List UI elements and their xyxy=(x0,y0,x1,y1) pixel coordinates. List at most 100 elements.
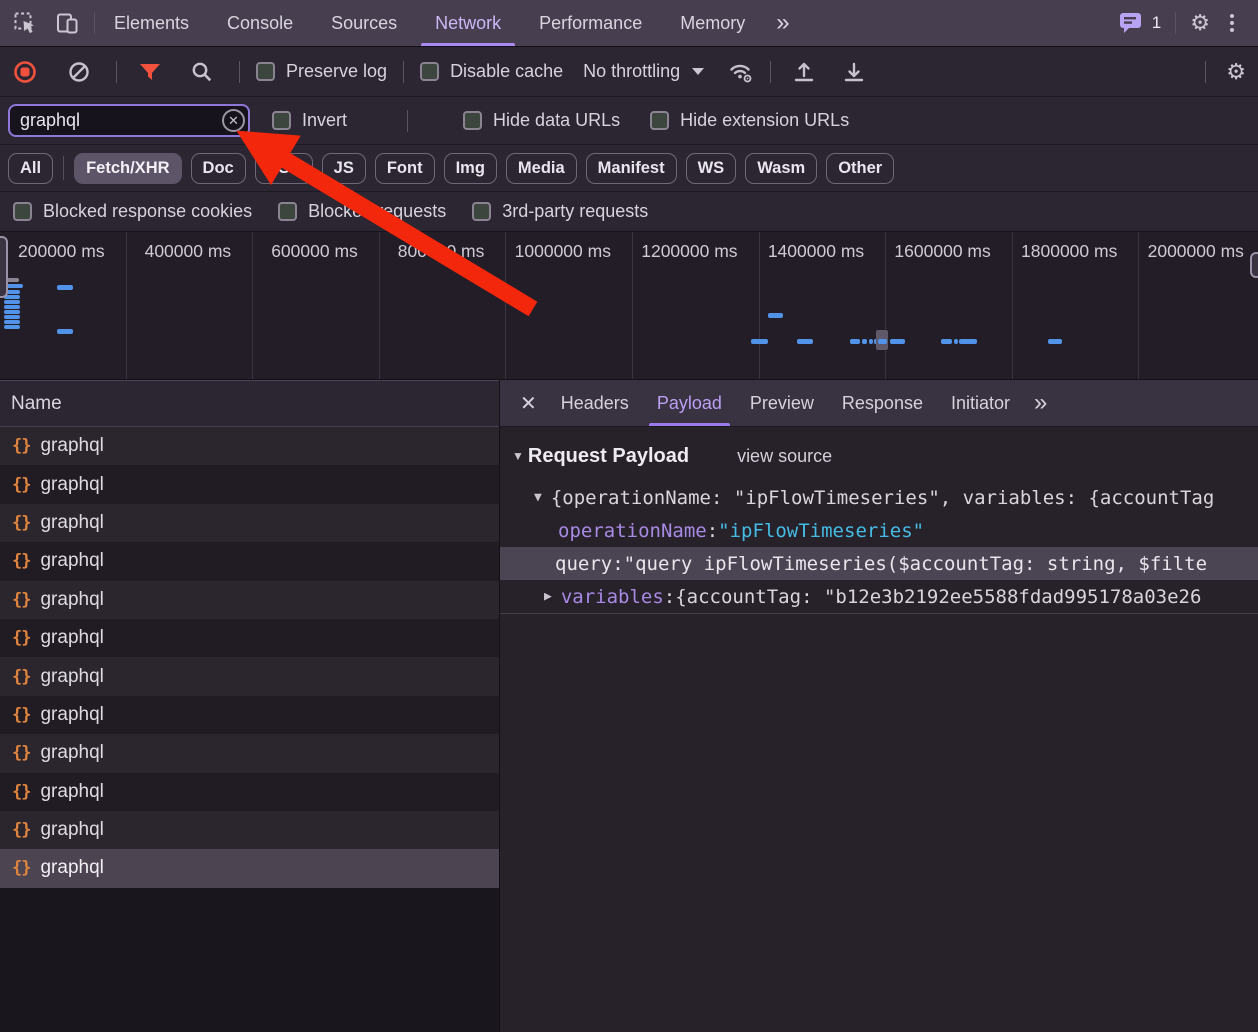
payload-panel: ▼ Request Payload view source ▼ {operati… xyxy=(500,427,1258,614)
table-row[interactable]: {} graphql xyxy=(0,734,499,772)
checkbox[interactable] xyxy=(256,62,275,81)
more-tabs-icon[interactable]: » xyxy=(764,0,799,46)
overview-drag-handle-right[interactable] xyxy=(1250,252,1258,278)
preserve-log-checkbox[interactable]: Preserve log xyxy=(256,61,387,82)
waterfall-bar xyxy=(850,339,860,344)
detail-tab[interactable]: Initiator xyxy=(937,380,1024,426)
view-source-link[interactable]: view source xyxy=(737,446,832,467)
waterfall-bar xyxy=(954,339,958,344)
export-har-icon[interactable] xyxy=(841,59,867,85)
checkbox[interactable] xyxy=(13,202,32,221)
waterfall-bar xyxy=(1048,339,1062,344)
customize-menu-icon[interactable] xyxy=(1224,14,1240,32)
import-har-icon[interactable] xyxy=(791,59,817,85)
panel-tab[interactable]: Elements xyxy=(95,0,208,46)
advanced-filter-row: Blocked response cookies Blocked request… xyxy=(0,192,1258,232)
collapsed-icon[interactable]: ▶ xyxy=(544,589,552,604)
table-row[interactable]: {} graphql xyxy=(0,581,499,619)
checkbox[interactable] xyxy=(272,111,291,130)
type-filter-chip[interactable]: All xyxy=(8,153,53,184)
clear-network-log-button[interactable] xyxy=(66,59,92,85)
panel-tab[interactable]: Console xyxy=(208,0,312,46)
type-filter-chip[interactable]: Manifest xyxy=(586,153,677,184)
type-filter-chip[interactable]: Img xyxy=(444,153,497,184)
filter-input[interactable] xyxy=(8,104,250,137)
payload-operation-line[interactable]: operationName: "ipFlowTimeseries" xyxy=(500,514,1258,547)
table-row[interactable]: {} graphql xyxy=(0,542,499,580)
payload-query-line-selected[interactable]: query: "query ipFlowTimeseries($accountT… xyxy=(500,547,1258,580)
waterfall-bar xyxy=(941,339,952,344)
clear-filter-icon[interactable]: ✕ xyxy=(222,109,245,132)
type-filter-chip[interactable]: Font xyxy=(375,153,435,184)
column-header-name[interactable]: Name xyxy=(0,380,499,427)
checkbox[interactable] xyxy=(650,111,669,130)
filter-button[interactable] xyxy=(137,59,163,85)
close-icon[interactable]: ✕ xyxy=(500,380,547,426)
hide-extension-urls-checkbox[interactable]: Hide extension URLs xyxy=(650,110,849,131)
panel-tab[interactable]: Memory xyxy=(661,0,764,46)
advanced-filter-checkbox[interactable]: 3rd-party requests xyxy=(472,201,648,222)
panel-tab[interactable]: Network xyxy=(416,0,520,46)
device-toolbar-icon[interactable] xyxy=(54,10,80,36)
search-icon[interactable] xyxy=(189,59,215,85)
type-filter-chip[interactable]: JS xyxy=(322,153,366,184)
panel-tab[interactable]: Performance xyxy=(520,0,661,46)
network-overview-timeline[interactable]: 200000 ms400000 ms600000 ms800000 ms1000… xyxy=(0,232,1258,380)
request-name: graphql xyxy=(40,589,103,611)
type-filter-chip[interactable]: Media xyxy=(506,153,577,184)
checkbox[interactable] xyxy=(278,202,297,221)
table-row[interactable]: {} graphql xyxy=(0,696,499,734)
settings-gear-icon[interactable]: ⚙ xyxy=(1190,12,1210,34)
inspect-element-icon[interactable] xyxy=(12,10,38,36)
throttling-dropdown[interactable]: No throttling xyxy=(583,61,704,82)
overview-drag-handle-left[interactable] xyxy=(0,236,8,298)
fetch-xhr-icon: {} xyxy=(12,667,30,687)
advanced-filter-checkbox[interactable]: Blocked response cookies xyxy=(13,201,252,222)
network-conditions-icon[interactable] xyxy=(728,59,754,85)
network-settings-gear-icon[interactable]: ⚙ xyxy=(1226,61,1246,83)
divider xyxy=(239,61,240,83)
request-name: graphql xyxy=(40,704,103,726)
panel-tab[interactable]: Sources xyxy=(312,0,416,46)
detail-tab[interactable]: Payload xyxy=(643,380,736,426)
expanded-icon[interactable]: ▼ xyxy=(534,490,542,505)
waterfall-bar xyxy=(797,339,813,344)
table-row[interactable]: {} graphql xyxy=(0,619,499,657)
fetch-xhr-icon: {} xyxy=(12,628,30,648)
issues-message-icon[interactable] xyxy=(1118,10,1144,36)
type-filter-chip[interactable]: Fetch/XHR xyxy=(74,153,181,184)
hide-data-urls-checkbox[interactable]: Hide data URLs xyxy=(463,110,620,131)
advanced-filter-checkbox[interactable]: Blocked requests xyxy=(278,201,446,222)
checkbox[interactable] xyxy=(472,202,491,221)
checkbox[interactable] xyxy=(463,111,482,130)
type-filter-chip[interactable]: WS xyxy=(686,153,737,184)
table-row[interactable]: {} graphql xyxy=(0,504,499,542)
payload-variables-line[interactable]: ▶ variables: {accountTag: "b12e3b2192ee5… xyxy=(500,580,1258,613)
table-row[interactable]: {} graphql xyxy=(0,427,499,465)
table-row[interactable]: {} graphql xyxy=(0,465,499,503)
table-row[interactable]: {} graphql xyxy=(0,849,499,887)
record-network-log-button[interactable] xyxy=(12,59,38,85)
request-name: graphql xyxy=(40,550,103,572)
waterfall-bar xyxy=(4,320,20,324)
table-row[interactable]: {} graphql xyxy=(0,657,499,695)
detail-tab[interactable]: Response xyxy=(828,380,937,426)
requests-table: Name {} graphql {} graphql {} xyxy=(0,380,500,1032)
detail-tab[interactable]: Headers xyxy=(547,380,643,426)
invert-checkbox[interactable]: Invert xyxy=(272,110,347,131)
waterfall-bar xyxy=(869,339,873,344)
type-filter-chip[interactable]: Other xyxy=(826,153,894,184)
payload-root-line[interactable]: ▼ {operationName: "ipFlowTimeseries", va… xyxy=(500,481,1258,514)
table-row[interactable]: {} graphql xyxy=(0,773,499,811)
more-detail-tabs-icon[interactable]: » xyxy=(1024,380,1055,426)
table-row[interactable]: {} graphql xyxy=(0,811,499,849)
type-filter-chip[interactable]: CSS xyxy=(255,153,313,184)
waterfall-bar xyxy=(890,339,905,344)
detail-tab[interactable]: Preview xyxy=(736,380,828,426)
checkbox[interactable] xyxy=(420,62,439,81)
type-filter-chip[interactable]: Wasm xyxy=(745,153,817,184)
type-filter-chip[interactable]: Doc xyxy=(191,153,246,184)
waterfall-bar xyxy=(4,325,20,329)
section-expanded-icon[interactable]: ▼ xyxy=(512,449,524,463)
disable-cache-checkbox[interactable]: Disable cache xyxy=(420,61,563,82)
